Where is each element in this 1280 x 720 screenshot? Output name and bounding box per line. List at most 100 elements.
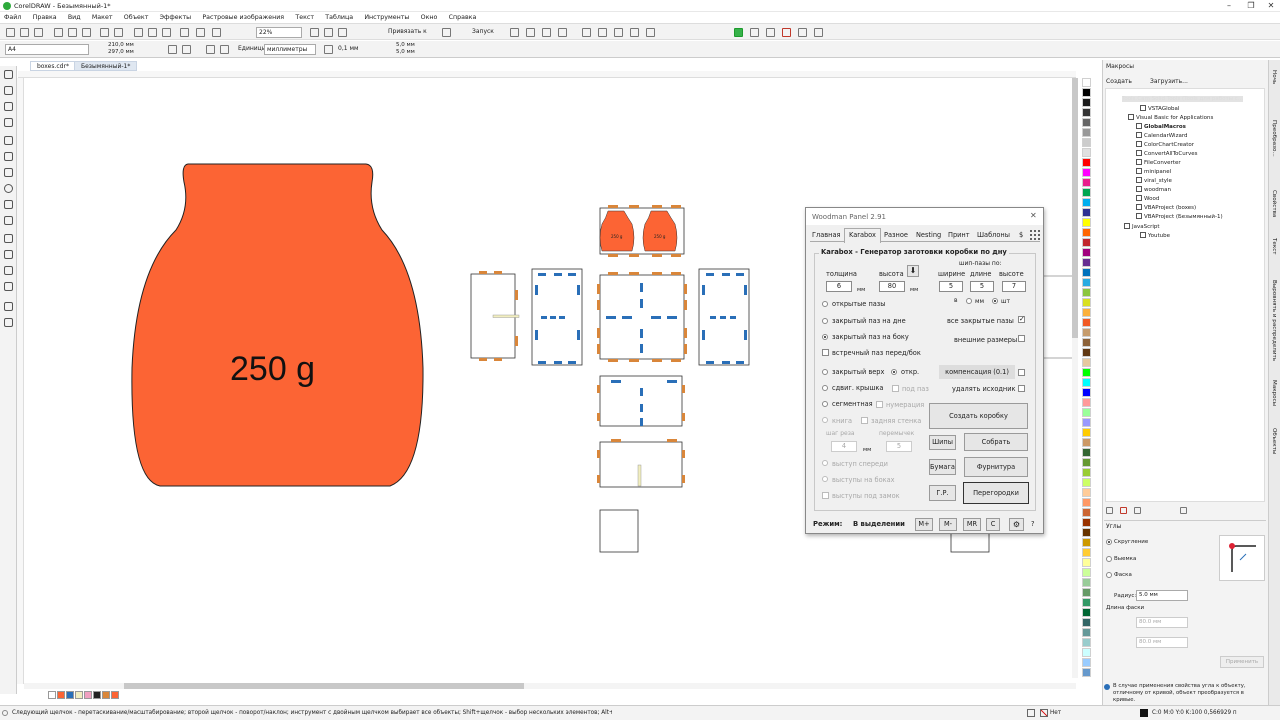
menu-help[interactable]: Справка [449,12,477,23]
palette-swatch[interactable] [1082,298,1091,307]
shape-tool-icon[interactable] [4,86,13,95]
dock-tab-macros[interactable]: Макросы [1271,380,1277,406]
palette-swatch[interactable] [1082,618,1091,627]
palette-swatch[interactable] [1082,328,1091,337]
macro-editor-icon[interactable] [798,28,807,37]
palette-swatch[interactable] [1082,378,1091,387]
back-wall-checkbox[interactable] [861,417,868,424]
doc-swatch-orange-2[interactable] [111,691,119,699]
gr-button[interactable]: Г.Р. [929,485,956,501]
menu-tools[interactable]: Инструменты [364,12,409,23]
tree-node-0[interactable]: Tools.Cam Solid Tools (Tools для работы … [1122,96,1244,102]
unit-pcs-radio[interactable] [992,298,998,304]
tab-main[interactable]: Главная [812,231,840,239]
palette-swatch[interactable] [1082,288,1091,297]
import-icon[interactable] [148,28,157,37]
height-input[interactable]: 80 [879,281,905,292]
palette-swatch[interactable] [1082,108,1091,117]
slot-width-input[interactable]: 5 [939,281,963,292]
rectangle-tool-icon[interactable] [4,168,13,177]
menu-layout[interactable]: Макет [92,12,113,23]
palette-swatch[interactable] [1082,228,1091,237]
new-document-icon[interactable] [6,28,15,37]
tab-templates[interactable]: Шаблоны [977,231,1010,239]
palette-swatch[interactable] [1082,538,1091,547]
palette-swatch[interactable] [1082,668,1091,677]
tab-nesting[interactable]: Nesting [916,231,941,239]
tree-node-6[interactable]: ConvertAllToCurves [1136,150,1197,157]
settings-gear-icon[interactable]: ⚙ [1009,518,1024,531]
menu-object[interactable]: Объект [124,12,149,23]
tab-karabox[interactable]: Karabox [844,228,881,243]
lid-slot-checkbox[interactable] [892,385,899,392]
horizontal-ruler[interactable] [18,71,1076,78]
paste-icon[interactable] [82,28,91,37]
load-macro-button[interactable]: Загрузить... [1150,78,1188,85]
palette-swatch[interactable] [1082,188,1091,197]
tree-node-1[interactable]: VSTAGlobal [1140,105,1179,112]
landscape-icon[interactable] [182,45,191,54]
tab-untitled[interactable]: Безымянный-1* [74,61,138,71]
rulers-icon[interactable] [310,28,319,37]
fill-icon[interactable] [1027,709,1035,717]
tree-node-4[interactable]: CalendarWizard [1136,132,1188,139]
palette-swatch[interactable] [1082,658,1091,667]
memory-minus-button[interactable]: M- [939,518,957,531]
chamfer-length-1[interactable]: 80.0 мм [1136,617,1188,628]
chamfer-length-2[interactable]: 80.0 мм [1136,637,1188,648]
palette-swatch[interactable] [1082,248,1091,257]
macro-tool-6-icon[interactable] [598,28,607,37]
palette-swatch[interactable] [1082,598,1091,607]
palette-swatch[interactable] [1082,158,1091,167]
side-protrusion-radio[interactable] [822,476,828,482]
dock-tab-objects[interactable]: Объекты [1271,428,1277,454]
menu-table[interactable]: Таблица [325,12,353,23]
partition-panel[interactable] [599,509,639,553]
duplicate-x-field[interactable]: 5,0 мм [394,42,422,49]
pdf-icon[interactable] [180,28,189,37]
dock-tab-night[interactable]: Ночь [1271,70,1277,84]
woodman-close-icon[interactable]: ✕ [1030,211,1037,220]
menu-edit[interactable]: Правка [33,12,57,23]
dock-tab-properties[interactable]: Свойства [1271,190,1277,217]
open-slots-radio[interactable] [822,301,828,307]
memory-recall-button[interactable]: MR [963,518,981,531]
parallel-dimension-icon[interactable] [4,234,13,243]
maximize-button[interactable]: ❐ [1244,1,1258,11]
grid-icon[interactable] [324,28,333,37]
counter-slot-checkbox[interactable] [822,349,829,356]
jar-shape[interactable] [131,163,424,487]
macro-record-icon[interactable] [1120,507,1127,514]
tab-print[interactable]: Принт [948,231,970,239]
mode-value[interactable]: В выделении [853,520,905,528]
grid-dots-icon[interactable] [1029,229,1041,241]
palette-swatch[interactable] [1082,178,1091,187]
tree-node-10[interactable]: woodman [1136,186,1171,193]
palette-swatch[interactable] [1082,388,1091,397]
macro-stop-icon[interactable] [766,28,775,37]
menu-view[interactable]: Вид [68,12,81,23]
palette-swatch[interactable] [1082,148,1091,157]
palette-swatch[interactable] [1082,208,1091,217]
macro-tool-2-icon[interactable] [526,28,535,37]
thickness-input[interactable]: 6 [826,281,852,292]
search-icon[interactable] [134,28,143,37]
snap-to-select[interactable]: Привязать к [386,27,432,38]
dock-tab-transform[interactable]: Преобразо... [1271,120,1277,157]
palette-swatch[interactable] [1082,568,1091,577]
menu-text[interactable]: Текст [295,12,314,23]
polygon-tool-icon[interactable] [4,200,13,209]
cut-step-input[interactable]: 4 [831,441,857,452]
nudge-field[interactable]: 0,1 мм [336,44,366,55]
palette-swatch[interactable] [1082,428,1091,437]
vertical-scrollbar[interactable] [1072,78,1078,678]
segmented-radio[interactable] [822,401,828,407]
macro-edit-icon[interactable] [1134,507,1141,514]
all-pages-icon[interactable] [206,45,215,54]
numbering-checkbox[interactable] [876,401,883,408]
palette-swatch[interactable] [1082,318,1091,327]
macro-tool-3-icon[interactable] [542,28,551,37]
create-macro-button[interactable]: Создать [1106,78,1132,85]
palette-swatch[interactable] [1082,488,1091,497]
open-top-radio[interactable] [891,369,897,375]
